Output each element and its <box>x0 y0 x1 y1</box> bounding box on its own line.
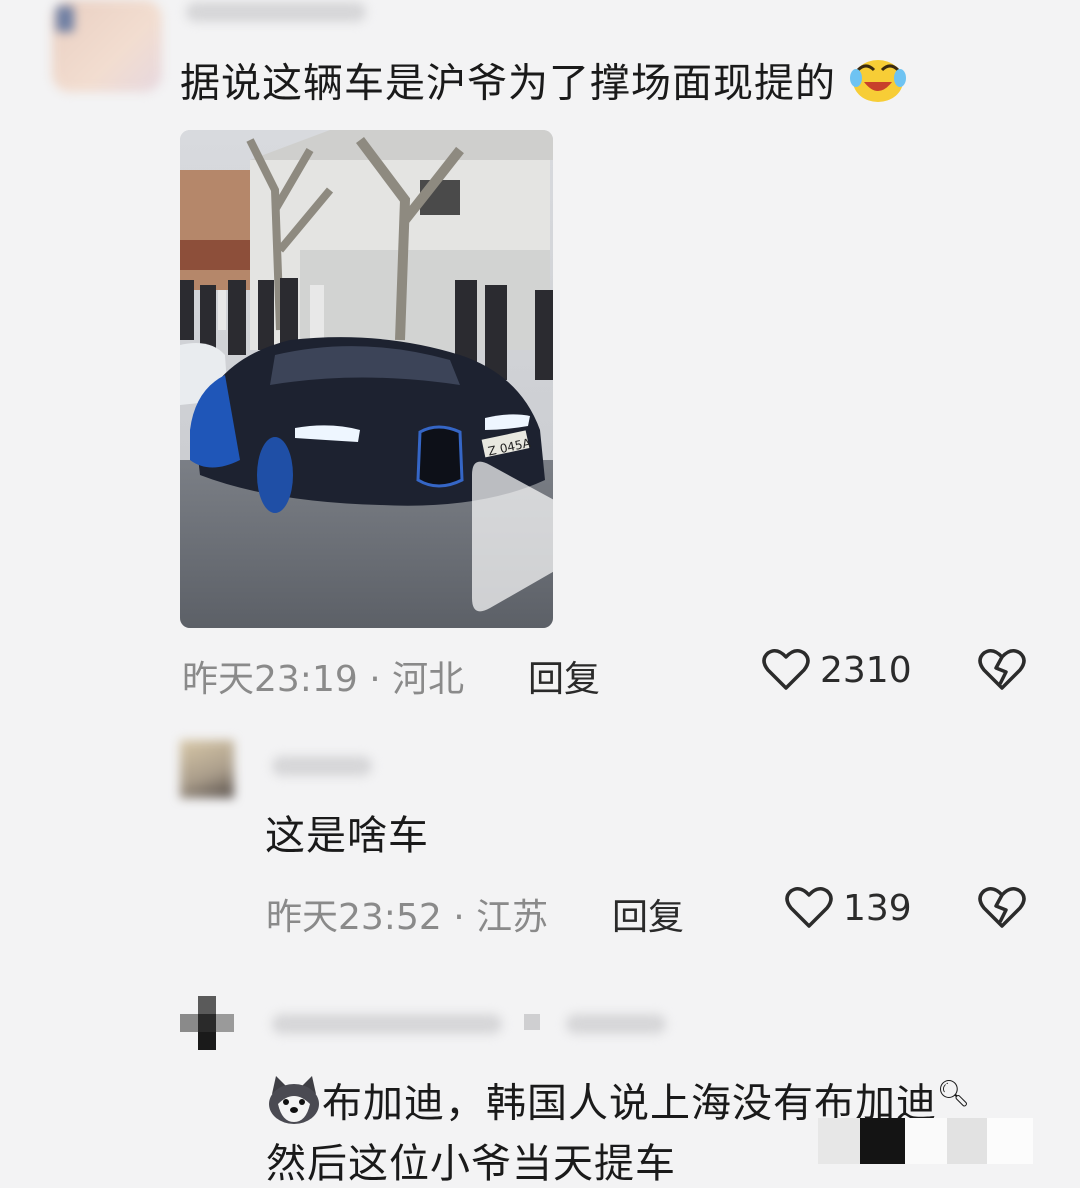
video-thumbnail[interactable]: Z 045A <box>180 130 553 628</box>
avatar[interactable] <box>180 996 234 1054</box>
meta-separator: · <box>369 659 381 700</box>
husky-dog-icon <box>266 1074 322 1137</box>
search-icon[interactable]: 🔍︎ <box>937 1079 971 1109</box>
reply-location: 江苏 <box>476 897 549 938</box>
post-text-content: 据说这辆车是沪爷为了撑场面现提的 <box>180 60 836 107</box>
heart-icon[interactable] <box>762 648 810 696</box>
post-time: 昨天23:19 <box>182 659 358 700</box>
reply-time: 昨天23:52 <box>266 897 442 938</box>
badge-icon <box>524 1014 540 1030</box>
reply-meta: 昨天23:52 · 江苏 <box>266 888 548 940</box>
avatar[interactable] <box>180 740 234 798</box>
reply-text: 这是啥车 <box>265 813 429 859</box>
car-photo: Z 045A <box>180 130 553 628</box>
reply-button[interactable]: 回复 <box>528 650 600 702</box>
post-text: 据说这辆车是沪爷为了撑场面现提的 <box>180 56 906 115</box>
username-blurred[interactable] <box>566 1014 666 1034</box>
username-blurred[interactable] <box>272 1014 502 1034</box>
username-blurred[interactable] <box>272 756 372 776</box>
post-location: 河北 <box>392 659 465 700</box>
broken-heart-icon[interactable] <box>978 886 1026 934</box>
meta-separator: · <box>453 897 465 938</box>
username-blurred[interactable] <box>186 2 366 22</box>
overlay-blocks <box>818 1118 1033 1164</box>
heart-icon[interactable] <box>785 886 833 934</box>
post-meta: 昨天23:19 · 河北 <box>182 650 464 702</box>
reply-label: 回复 <box>528 659 601 700</box>
avatar[interactable] <box>52 0 162 92</box>
reply-label: 回复 <box>612 897 685 938</box>
like-count: 2310 <box>820 650 912 691</box>
laugh-cry-icon <box>849 56 906 115</box>
broken-heart-icon[interactable] <box>978 648 1026 696</box>
reply-text-line2: 然后这位小爷当天提车 <box>266 1141 676 1187</box>
like-count: 139 <box>843 888 912 929</box>
reply-button[interactable]: 回复 <box>612 888 684 940</box>
